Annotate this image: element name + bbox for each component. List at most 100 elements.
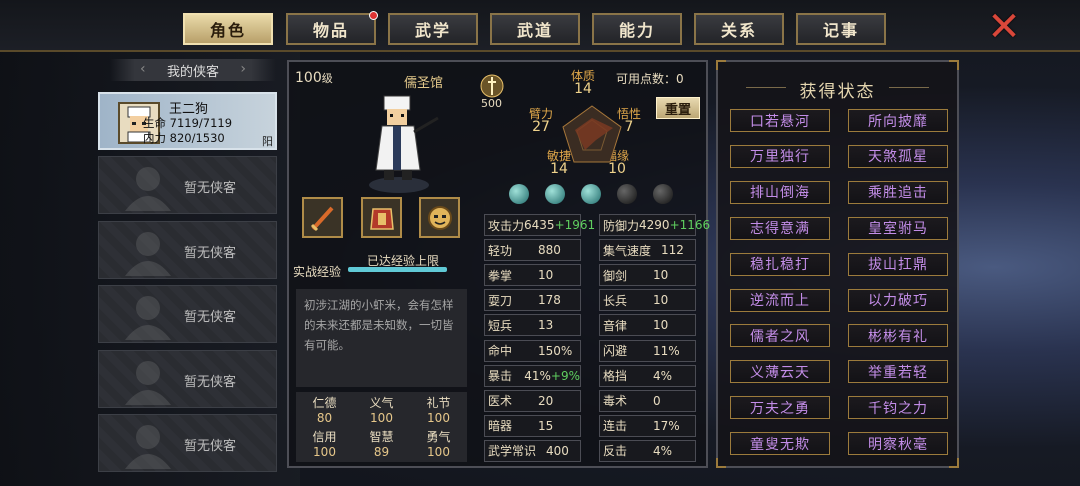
status-badge[interactable]: 童叟无欺 bbox=[730, 432, 830, 456]
tab-journal[interactable]: 记事 bbox=[796, 13, 886, 45]
virtue-value: 100 bbox=[313, 445, 336, 459]
virtue-name: 信用 bbox=[312, 430, 337, 444]
weapon-slot[interactable] bbox=[302, 197, 343, 238]
status-badge[interactable]: 万里独行 bbox=[730, 144, 830, 168]
virtue-value: 80 bbox=[316, 411, 333, 425]
virtue-cell: 义气 100 bbox=[353, 396, 410, 426]
tab-label: 角色 bbox=[209, 21, 246, 40]
status-badge[interactable]: 乘胜追击 bbox=[848, 180, 948, 204]
stat-label: 攻击力 bbox=[488, 218, 525, 233]
status-badge[interactable]: 口若悬河 bbox=[730, 109, 830, 132]
available-points: 可用点数：0 bbox=[616, 72, 684, 86]
stat-row: 命中 150% bbox=[484, 339, 581, 362]
stat-label: 暗器 bbox=[488, 419, 513, 434]
combat-power-icon bbox=[480, 74, 504, 98]
status-badge[interactable]: 彬彬有礼 bbox=[848, 324, 948, 348]
stat-row: 连击 17% bbox=[599, 414, 696, 437]
yin-yang-badge: 阳 bbox=[262, 135, 273, 148]
status-badge[interactable]: 天煞孤星 bbox=[848, 144, 948, 168]
stat-label: 御剑 bbox=[603, 268, 628, 283]
stat-row: 防御力 4290 +1166 bbox=[599, 214, 710, 236]
status-badge[interactable]: 所向披靡 bbox=[848, 109, 948, 132]
stat-row: 集气速度 112 bbox=[599, 239, 696, 262]
roster-header: ‹ 我的侠客 › bbox=[110, 59, 276, 81]
hero-card-selected[interactable]: 王二狗 生命 7119/7119 内力 820/1530 阳 bbox=[98, 92, 277, 150]
virtue-name: 义气 bbox=[369, 396, 394, 410]
stat-value: 150% bbox=[538, 343, 573, 358]
status-badge[interactable]: 逆流而上 bbox=[730, 288, 830, 312]
stat-row: 御剑 10 bbox=[599, 264, 696, 287]
panel-corner bbox=[716, 60, 726, 70]
status-badge[interactable]: 稳扎稳打 bbox=[730, 252, 830, 276]
stat-label: 武学常识 bbox=[488, 444, 537, 459]
close-icon[interactable]: ✕ bbox=[986, 7, 1022, 47]
stat-label: 反击 bbox=[603, 444, 628, 459]
accessory-slot[interactable] bbox=[419, 197, 460, 238]
stat-value: 10 bbox=[538, 268, 554, 283]
status-badge[interactable]: 皇室驸马 bbox=[848, 216, 948, 240]
status-badge[interactable]: 举重若轻 bbox=[848, 360, 948, 384]
status-badge[interactable]: 儒者之风 bbox=[730, 324, 830, 348]
tab-label: 武学 bbox=[414, 21, 451, 40]
status-badge[interactable]: 万夫之勇 bbox=[730, 396, 830, 420]
notification-dot bbox=[369, 11, 378, 20]
panel-corner bbox=[949, 60, 959, 70]
hero-slot-empty[interactable]: 暂无侠客 bbox=[98, 414, 277, 472]
meridian-orb-active bbox=[581, 184, 601, 204]
status-badge[interactable]: 志得意满 bbox=[730, 216, 830, 240]
combat-power-value: 500 bbox=[481, 97, 502, 110]
hero-mp: 内力 820/1530 bbox=[143, 131, 225, 145]
stat-value: 0 bbox=[653, 393, 661, 408]
hero-slot-empty[interactable]: 暂无侠客 bbox=[98, 350, 277, 408]
stat-row: 武学常识 400 bbox=[484, 439, 581, 462]
attribute-radar-chart bbox=[562, 105, 622, 163]
stat-value: 4% bbox=[653, 368, 673, 383]
stat-label: 音律 bbox=[603, 318, 628, 333]
status-badge[interactable]: 排山倒海 bbox=[730, 180, 830, 204]
roster-title: 我的侠客 bbox=[166, 64, 219, 80]
armor-slot[interactable] bbox=[361, 197, 402, 238]
tab-martial-arts[interactable]: 武学 bbox=[388, 13, 478, 45]
virtue-name: 智慧 bbox=[369, 430, 394, 444]
tab-label: 物品 bbox=[312, 21, 349, 40]
empty-silhouette-icon bbox=[125, 232, 171, 276]
stat-row: 暗器 15 bbox=[484, 414, 581, 437]
level-unit: 级 bbox=[321, 72, 333, 85]
empty-silhouette-icon bbox=[125, 361, 171, 405]
status-badge[interactable]: 拔山扛鼎 bbox=[848, 252, 948, 276]
mask-icon bbox=[427, 205, 452, 230]
tab-martial-way[interactable]: 武道 bbox=[490, 13, 580, 45]
tab-abilities[interactable]: 能力 bbox=[592, 13, 682, 45]
status-badge[interactable]: 千钧之力 bbox=[848, 396, 948, 420]
stat-label: 连击 bbox=[603, 419, 628, 434]
stat-row: 音律 10 bbox=[599, 314, 696, 337]
stat-label: 集气速度 bbox=[603, 243, 652, 258]
status-badge[interactable]: 明察秋毫 bbox=[848, 432, 948, 456]
virtue-cell: 仁德 80 bbox=[296, 396, 353, 426]
tab-label: 能力 bbox=[618, 21, 655, 40]
stat-row: 暴击 41% +9% bbox=[484, 364, 581, 387]
panel-corner bbox=[949, 458, 959, 468]
chevron-right-icon[interactable]: › bbox=[240, 61, 246, 77]
tab-items[interactable]: 物品 bbox=[286, 11, 378, 45]
status-badge[interactable]: 义薄云天 bbox=[730, 360, 830, 384]
tab-relations[interactable]: 关系 bbox=[694, 13, 784, 45]
stat-value: 41% bbox=[524, 368, 551, 383]
meridian-orb-inactive bbox=[617, 184, 637, 204]
virtue-cell: 信用 100 bbox=[296, 430, 353, 460]
stat-bonus: +9% bbox=[550, 368, 580, 383]
status-panel: 获得状态 口若悬河 所向披靡 万里独行 天煞孤星 排山倒海 乘胜追击 志得意满 皇室驸马 稳扎稳… bbox=[716, 60, 959, 468]
stat-value: 880 bbox=[538, 243, 561, 258]
status-badge[interactable]: 以力破巧 bbox=[848, 288, 948, 312]
hero-slot-empty[interactable]: 暂无侠客 bbox=[98, 285, 277, 343]
attr-strength: 臂力 27 bbox=[529, 108, 553, 135]
chevron-left-icon[interactable]: ‹ bbox=[140, 61, 146, 77]
stat-label: 暴击 bbox=[488, 369, 513, 384]
hero-slot-empty[interactable]: 暂无侠客 bbox=[98, 221, 277, 279]
hero-slot-empty[interactable]: 暂无侠客 bbox=[98, 156, 277, 214]
tab-character[interactable]: 角色 bbox=[183, 13, 273, 45]
exp-bar bbox=[348, 267, 447, 272]
stat-bonus: +1166 bbox=[669, 218, 711, 232]
panel-corner bbox=[716, 458, 726, 468]
reset-button[interactable]: 重置 bbox=[656, 97, 700, 119]
